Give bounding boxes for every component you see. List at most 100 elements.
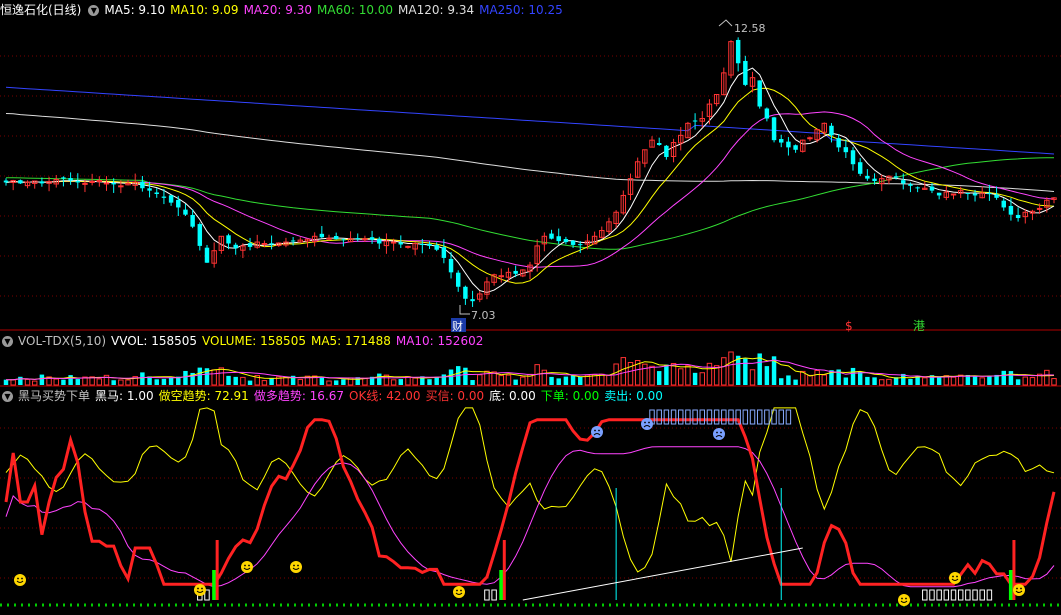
collapse-arrow-icon[interactable]: ▼: [2, 391, 13, 402]
candle-body: [190, 214, 195, 227]
candle-body: [786, 141, 791, 148]
candle-body: [377, 238, 382, 244]
volume-bar: [664, 364, 669, 385]
volume-label: VOLUME: 158505: [202, 334, 306, 348]
volume-bar: [319, 377, 325, 385]
indicator-header: ▼ 黑马买势下单 黑马: 1.00 做空趋势: 72.91 做多趋势: 16.67 OK线…: [0, 388, 668, 404]
volume-bar: [498, 375, 505, 386]
happy-icon: [194, 584, 206, 596]
volume-bar: [886, 378, 892, 386]
happy-icon-eye: [901, 597, 903, 600]
event-gang-label[interactable]: 港: [913, 319, 925, 333]
ok-line-label: OK线: 42.00: [349, 389, 421, 403]
volume-bar: [656, 371, 662, 385]
volume-bar: [578, 376, 583, 385]
candle-body: [908, 184, 913, 186]
volume-bar: [211, 369, 217, 386]
volume-ma5-line: [5, 357, 1055, 381]
vol-title[interactable]: VOL-TDX(5,10): [18, 334, 106, 348]
candle-body: [68, 178, 73, 181]
volume-bar: [793, 379, 798, 385]
chart-stage[interactable]: 12.58 7.03 财 $ 港 恒逸石化(日线) ▼ MA5: 9.10 MA10:…: [0, 0, 1061, 611]
candle-body: [369, 237, 375, 240]
volume-bar: [75, 379, 81, 385]
stock-name[interactable]: 恒逸石化(日线): [0, 3, 81, 17]
sad-icon-eye: [716, 431, 718, 434]
volume-bar: [807, 374, 813, 386]
volume-bar: [857, 371, 863, 385]
candle-body: [563, 239, 569, 243]
candle-body: [987, 193, 992, 195]
sad-icon-face: [641, 418, 653, 430]
collapse-arrow-icon[interactable]: ▼: [2, 336, 13, 347]
volume-bar: [620, 357, 627, 386]
volume-bar: [843, 377, 849, 385]
ma10-line: [5, 87, 1055, 284]
collapse-arrow-icon[interactable]: ▼: [88, 5, 100, 16]
candle-body: [176, 199, 181, 208]
candle-body: [692, 120, 698, 122]
volume-bar: [470, 380, 475, 385]
candle-body: [1001, 200, 1006, 208]
volume-bar: [154, 379, 159, 385]
long-trend-line: [5, 446, 1055, 588]
volume-bar: [642, 363, 648, 386]
volume-bar: [247, 380, 253, 385]
buy-signal-label: 买信: 0.00: [425, 389, 485, 403]
ma120-line: [5, 113, 1055, 192]
top-signal-bar: [778, 409, 784, 425]
candle-body: [513, 270, 518, 274]
happy-icon-eye: [293, 564, 295, 567]
volume-bar: [599, 373, 605, 386]
volume-bar: [427, 379, 432, 385]
volume-bar: [505, 374, 512, 386]
candle-body: [872, 178, 877, 182]
candle-body: [470, 299, 475, 302]
event-cai-label[interactable]: 财: [452, 319, 463, 333]
top-signal-bar: [756, 409, 763, 425]
event-s-label[interactable]: $: [845, 319, 853, 333]
volume-bar: [412, 377, 418, 386]
volume-bar: [341, 379, 346, 385]
ma60-label: MA60: 10.00: [317, 3, 394, 17]
volume-bar: [779, 378, 784, 385]
bottom-bar: [943, 589, 950, 601]
volume-bar: [226, 375, 231, 385]
candle-body: [89, 180, 95, 183]
sad-icon-eye: [648, 421, 650, 424]
volume-bar: [441, 374, 447, 385]
candle-body: [807, 137, 813, 140]
volume-bar: [261, 380, 268, 386]
ma60-line: [5, 157, 1054, 250]
vvol-label: VVOL: 158505: [111, 334, 198, 348]
candle-body: [865, 175, 870, 179]
ma20-line: [5, 111, 1055, 268]
volume-bar: [513, 379, 518, 385]
volume-bar: [140, 372, 145, 385]
volume-bar: [908, 378, 913, 385]
bottom-bar: [491, 589, 497, 601]
candle-body: [434, 245, 439, 250]
top-signal-bar: [785, 409, 792, 425]
main-chart-header: 恒逸石化(日线) ▼ MA5: 9.10 MA10: 9.09 MA20: 9.30 MA…: [0, 2, 568, 18]
top-signal-bar: [764, 409, 770, 425]
candle-body: [233, 244, 238, 249]
candle-body: [915, 187, 920, 189]
trend-diagonal: [522, 547, 803, 601]
candle-body: [390, 241, 397, 244]
candle-body: [965, 193, 971, 195]
candle-body: [463, 286, 468, 299]
volume-bar: [68, 375, 73, 385]
happy-icon-eye: [248, 564, 250, 567]
candle-body: [972, 193, 978, 196]
bottom-bar: [950, 589, 957, 601]
volume-bar: [1001, 370, 1006, 385]
volume-bar: [706, 362, 713, 386]
happy-icon-face: [241, 561, 253, 573]
ind-title[interactable]: 黑马买势下单: [18, 389, 90, 403]
volume-bar: [24, 378, 31, 386]
happy-icon-eye: [17, 577, 19, 580]
candle-body: [556, 236, 561, 242]
volume-bar: [721, 357, 727, 386]
volume-bar: [240, 376, 246, 386]
